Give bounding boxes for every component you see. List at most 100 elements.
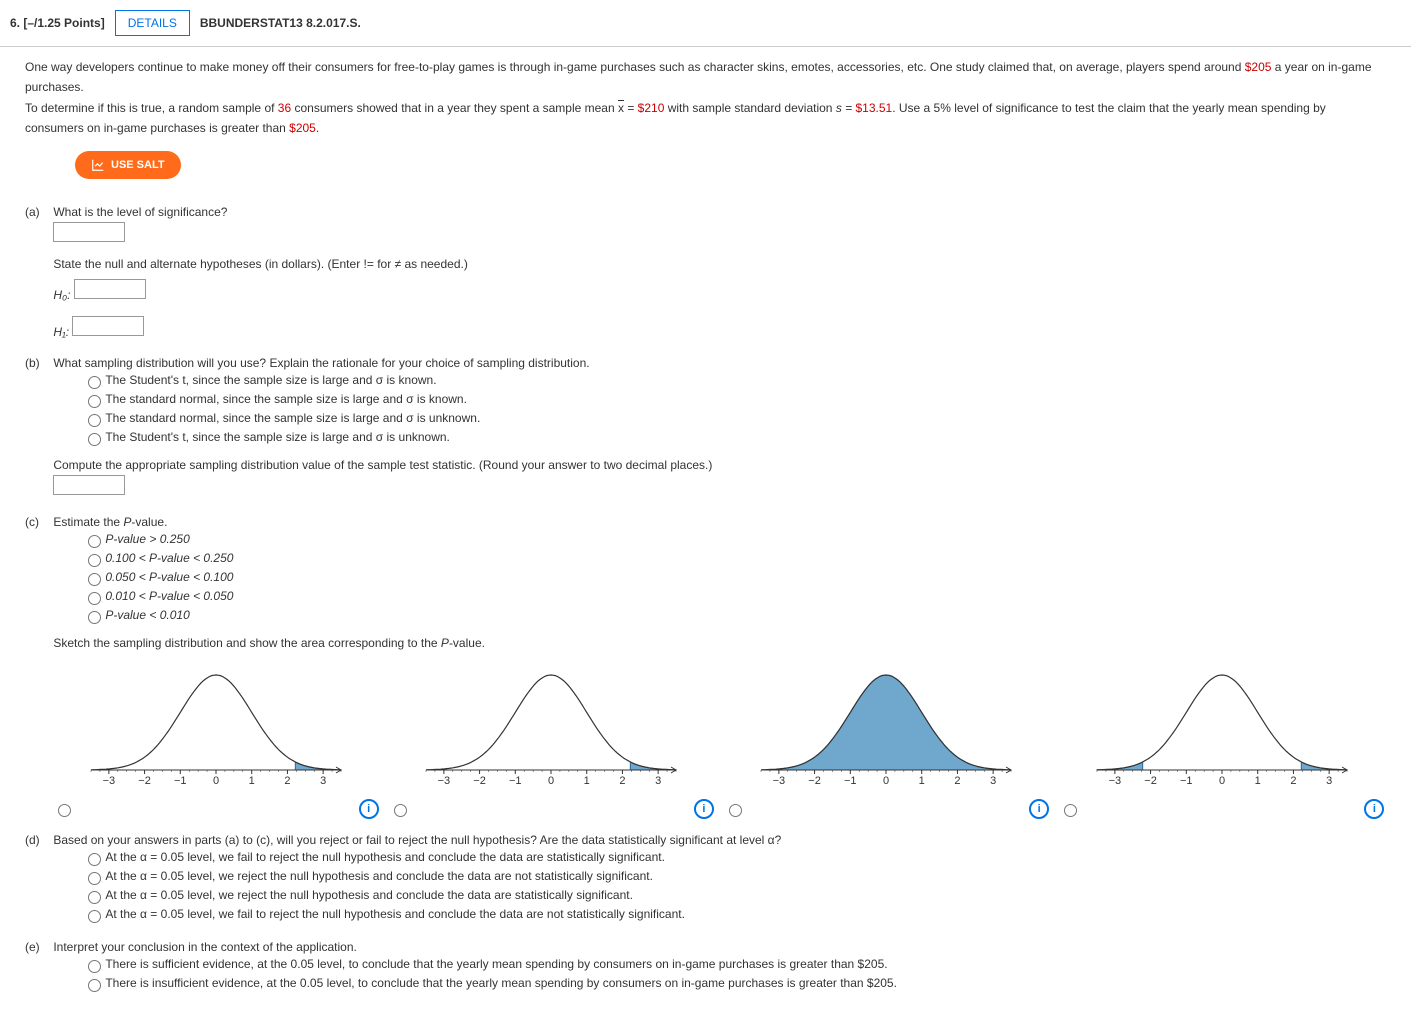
normal-curve-graph: −3 −2 −1 0 1 2 3 xyxy=(1087,665,1357,795)
svg-text:−2: −2 xyxy=(809,775,822,787)
svg-text:−3: −3 xyxy=(1108,775,1121,787)
part-d-opt2: At the α = 0.05 level, we reject the nul… xyxy=(105,869,653,883)
part-b-q: What sampling distribution will you use?… xyxy=(53,356,1384,370)
chart-icon xyxy=(91,158,105,172)
part-e-opt1-radio[interactable] xyxy=(88,960,101,973)
part-b-opt4-radio[interactable] xyxy=(88,433,101,446)
part-d-opt1: At the α = 0.05 level, we fail to reject… xyxy=(105,850,665,864)
svg-text:−1: −1 xyxy=(174,775,187,787)
part-c-opt1: P-value > 0.250 xyxy=(105,532,189,546)
svg-text:1: 1 xyxy=(249,775,255,787)
part-c-opt2-radio[interactable] xyxy=(88,554,101,567)
part-d-opt4: At the α = 0.05 level, we fail to reject… xyxy=(105,907,685,921)
question-number: 6. [–/1.25 Points] xyxy=(10,16,105,30)
part-c-label: (c) xyxy=(25,515,50,529)
part-c-q2: Sketch the sampling distribution and sho… xyxy=(53,636,1384,650)
graph-option-3: −3 −2 −1 0 1 2 3 i xyxy=(724,665,1049,819)
part-b-q2: Compute the appropriate sampling distrib… xyxy=(53,458,1384,472)
question-code: BBUNDERSTAT13 8.2.017.S. xyxy=(200,16,361,30)
svg-text:1: 1 xyxy=(919,775,925,787)
part-a-q2: State the null and alternate hypotheses … xyxy=(53,257,1384,271)
normal-curve-graph: −3 −2 −1 0 1 2 3 xyxy=(81,665,351,795)
svg-text:−2: −2 xyxy=(474,775,487,787)
part-d-opt4-radio[interactable] xyxy=(88,910,101,923)
svg-text:2: 2 xyxy=(955,775,961,787)
part-a-label: (a) xyxy=(25,205,50,219)
graph-radio-4[interactable] xyxy=(1064,804,1077,817)
svg-text:2: 2 xyxy=(284,775,290,787)
h1-input[interactable] xyxy=(72,316,144,336)
part-d-q: Based on your answers in parts (a) to (c… xyxy=(53,833,1384,847)
part-c-opt3: 0.050 < P-value < 0.100 xyxy=(105,570,233,584)
svg-text:−1: −1 xyxy=(509,775,522,787)
svg-text:−1: −1 xyxy=(1180,775,1193,787)
info-icon[interactable]: i xyxy=(694,799,714,819)
info-icon[interactable]: i xyxy=(1364,799,1384,819)
svg-text:0: 0 xyxy=(883,775,889,787)
svg-text:−2: −2 xyxy=(138,775,151,787)
part-d-opt3-radio[interactable] xyxy=(88,891,101,904)
question-header: 6. [–/1.25 Points] DETAILS BBUNDERSTAT13… xyxy=(0,0,1411,47)
part-b-label: (b) xyxy=(25,356,50,370)
h0-input[interactable] xyxy=(74,279,146,299)
part-c-q: Estimate the P-value. xyxy=(53,515,1384,529)
graph-option-2: −3−2−10123 i xyxy=(389,665,714,819)
part-c-opt4: 0.010 < P-value < 0.050 xyxy=(105,589,233,603)
graphs-container: −3 −2 −1 0 1 2 3 i −3 −2 −1 0 1 2 3 i xyxy=(53,665,1384,819)
part-b-opt2-radio[interactable] xyxy=(88,395,101,408)
h0-label: H₀: xyxy=(53,288,70,302)
info-icon[interactable]: i xyxy=(359,799,379,819)
graph-option-1: −3 −2 −1 0 1 2 3 i xyxy=(53,665,378,819)
svg-text:−3: −3 xyxy=(103,775,116,787)
h1-label: H₁: xyxy=(53,325,69,339)
part-c-opt5-radio[interactable] xyxy=(88,611,101,624)
part-b-opt3-radio[interactable] xyxy=(88,414,101,427)
part-c-opt3-radio[interactable] xyxy=(88,573,101,586)
part-c-opt4-radio[interactable] xyxy=(88,592,101,605)
graph-radio-3[interactable] xyxy=(729,804,742,817)
svg-text:2: 2 xyxy=(1290,775,1296,787)
part-d-opt2-radio[interactable] xyxy=(88,872,101,885)
part-b-opt4: The Student's t, since the sample size i… xyxy=(105,430,450,444)
graph-radio-1[interactable] xyxy=(58,804,71,817)
use-salt-button[interactable]: USE SALT xyxy=(75,151,181,179)
svg-text:1: 1 xyxy=(584,775,590,787)
part-d-label: (d) xyxy=(25,833,50,847)
test-statistic-input[interactable] xyxy=(53,475,125,495)
normal-curve-graph: −3 −2 −1 0 1 2 3 xyxy=(751,665,1021,795)
part-e-opt2: There is insufficient evidence, at the 0… xyxy=(105,976,897,990)
part-c-opt5: P-value < 0.010 xyxy=(105,608,189,622)
graph-radio-2[interactable] xyxy=(394,804,407,817)
svg-text:3: 3 xyxy=(1326,775,1332,787)
part-e-opt2-radio[interactable] xyxy=(88,979,101,992)
part-e-q: Interpret your conclusion in the context… xyxy=(53,940,1384,954)
svg-text:−3: −3 xyxy=(773,775,786,787)
part-b-opt2: The standard normal, since the sample si… xyxy=(105,392,467,406)
svg-text:−1: −1 xyxy=(844,775,857,787)
svg-text:3: 3 xyxy=(655,775,661,787)
svg-text:0: 0 xyxy=(213,775,219,787)
part-b-opt1-radio[interactable] xyxy=(88,376,101,389)
part-d-opt3: At the α = 0.05 level, we reject the nul… xyxy=(105,888,633,902)
svg-text:0: 0 xyxy=(1219,775,1225,787)
details-button[interactable]: DETAILS xyxy=(115,10,190,36)
svg-text:1: 1 xyxy=(1254,775,1260,787)
part-a-q1: What is the level of significance? xyxy=(53,205,1384,219)
svg-text:−2: −2 xyxy=(1144,775,1157,787)
problem-description: One way developers continue to make mone… xyxy=(25,57,1386,139)
svg-text:−3: −3 xyxy=(438,775,451,787)
part-b-opt1: The Student's t, since the sample size i… xyxy=(105,373,436,387)
part-c-opt2: 0.100 < P-value < 0.250 xyxy=(105,551,233,565)
svg-text:3: 3 xyxy=(320,775,326,787)
significance-input[interactable] xyxy=(53,222,125,242)
part-e-opt1: There is sufficient evidence, at the 0.0… xyxy=(105,957,887,971)
svg-text:0: 0 xyxy=(548,775,554,787)
info-icon[interactable]: i xyxy=(1029,799,1049,819)
part-c-opt1-radio[interactable] xyxy=(88,535,101,548)
part-d-opt1-radio[interactable] xyxy=(88,853,101,866)
part-e-label: (e) xyxy=(25,940,50,954)
normal-curve-graph: −3−2−10123 xyxy=(416,665,686,795)
part-b-opt3: The standard normal, since the sample si… xyxy=(105,411,480,425)
graph-option-4: −3 −2 −1 0 1 2 3 i xyxy=(1059,665,1384,819)
svg-text:3: 3 xyxy=(991,775,997,787)
